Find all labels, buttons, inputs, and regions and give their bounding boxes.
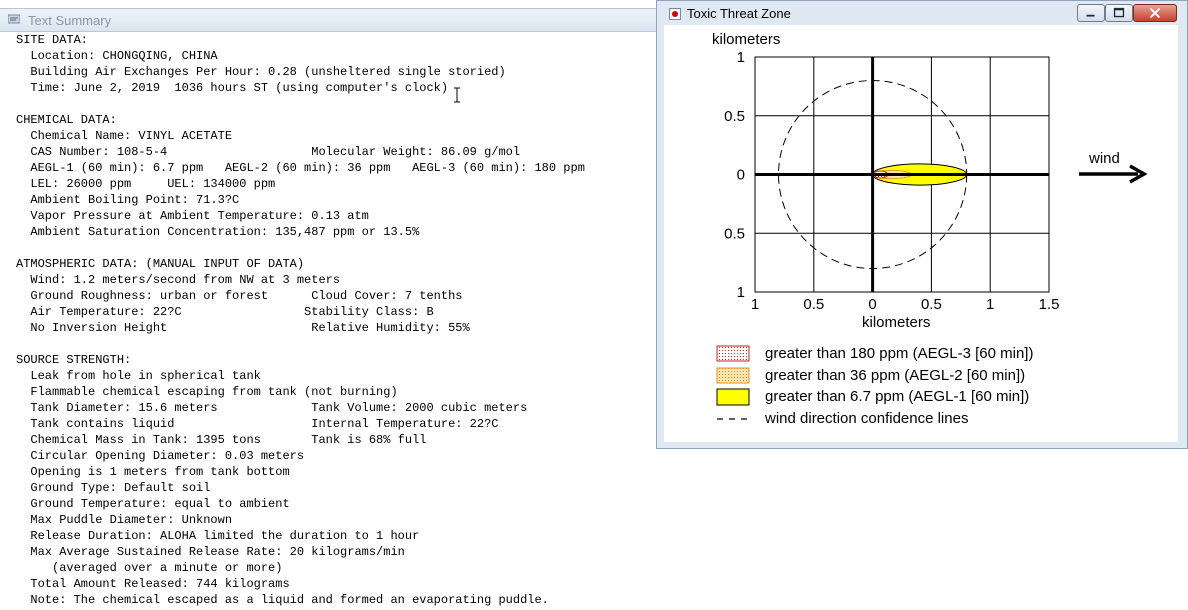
summary-line: Flammable chemical escaping from tank (n… (16, 385, 398, 399)
threat-zone-app-icon (669, 8, 681, 20)
summary-line (16, 336, 660, 352)
legend-label-confidence: wind direction confidence lines (764, 410, 968, 427)
minimize-button[interactable] (1077, 4, 1105, 22)
legend-swatch-aegl2 (716, 367, 750, 384)
summary-line: ATMOSPHERIC DATA: (MANUAL INPUT OF DATA) (16, 257, 305, 271)
summary-line: LEL: 26000 ppm UEL: 134000 ppm (16, 177, 276, 191)
maximize-icon (1113, 7, 1125, 18)
summary-line: Circular Opening Diameter: 0.03 meters (16, 449, 305, 463)
summary-line: Chemical Mass in Tank: 1395 tons Tank is… (16, 433, 427, 447)
legend-label-aegl1: greater than 6.7 ppm (AEGL-1 [60 min]) (765, 388, 1029, 405)
summary-line: CHEMICAL DATA: (16, 113, 117, 127)
summary-line: Total Amount Released: 744 kilograms (16, 577, 290, 591)
x-tick-label: 0 (868, 296, 876, 313)
summary-line: Wind: 1.2 meters/second from NW at 3 met… (16, 273, 341, 287)
wind-label: wind (1088, 150, 1120, 167)
summary-line: Max Average Sustained Release Rate: 20 k… (16, 545, 405, 559)
threat-zone-title: Toxic Threat Zone (687, 6, 791, 21)
x-tick-label: 1 (751, 296, 759, 313)
summary-line: Vapor Pressure at Ambient Temperature: 0… (16, 209, 369, 223)
summary-line: Air Temperature: 22?C Stability Class: B (16, 305, 434, 319)
summary-line: Max Puddle Diameter: Unknown (16, 513, 233, 527)
text-cursor-icon (454, 87, 460, 103)
summary-line (16, 96, 660, 112)
summary-line: Leak from hole in spherical tank (16, 369, 261, 383)
x-axis-label: kilometers (862, 314, 930, 331)
text-summary-app-icon (8, 14, 20, 24)
summary-line: SOURCE STRENGTH: (16, 353, 132, 367)
x-tick-label: 0.5 (921, 296, 942, 313)
summary-line: Location: CHONGQING, CHINA (16, 49, 218, 63)
summary-line: SITE DATA: (16, 33, 89, 47)
summary-line: Building Air Exchanges Per Hour: 0.28 (u… (16, 65, 506, 79)
summary-line: Ground Temperature: equal to ambient (16, 497, 290, 511)
minimize-icon (1086, 14, 1095, 17)
legend-swatch-aegl3 (716, 345, 750, 362)
wind-arrow-icon (1079, 164, 1148, 184)
maximize-button[interactable] (1105, 4, 1133, 22)
legend-swatch-aegl1 (716, 388, 750, 406)
summary-line: No Inversion Height Relative Humidity: 5… (16, 321, 470, 335)
x-tick-label: 1.5 (1039, 296, 1060, 313)
legend: greater than 180 ppm (AEGL-3 [60 min]) g… (716, 345, 1033, 427)
x-tick-label: 0.5 (803, 296, 824, 313)
legend-item-confidence: wind direction confidence lines (717, 410, 968, 427)
threat-zone-titlebar[interactable]: Toxic Threat Zone (657, 1, 1187, 25)
text-summary-window: Text Summary SITE DATA: Location: CHONGQ… (0, 0, 660, 610)
window-controls (1077, 4, 1183, 24)
threat-zone-plot-area: kilometers kilometers 1 0.5 0 0.5 1 1.5 1 0.5 0 0… (664, 25, 1178, 442)
toxic-threat-zone-window: Toxic Threat Zone kilometers kilometers … (656, 0, 1188, 449)
threat-zone-chart: kilometers kilometers 1 0.5 0 0.5 1 1.5 1 0.5 0 0… (712, 31, 1148, 427)
summary-line: Time: June 2, 2019 1036 hours ST (using … (16, 81, 449, 95)
summary-line: Tank Diameter: 15.6 meters Tank Volume: … (16, 401, 528, 415)
text-summary-content[interactable]: SITE DATA: Location: CHONGQING, CHINA Bu… (16, 32, 660, 608)
close-icon (1149, 7, 1161, 19)
summary-line: Ambient Saturation Concentration: 135,48… (16, 225, 420, 239)
legend-item-aegl1: greater than 6.7 ppm (AEGL-1 [60 min]) (716, 388, 1029, 406)
legend-item-aegl2: greater than 36 ppm (AEGL-2 [60 min]) (716, 367, 1025, 384)
summary-line: Tank contains liquid Internal Temperatur… (16, 417, 499, 431)
x-tick-label: 1 (986, 296, 994, 313)
summary-line: Ground Roughness: urban or forest Cloud … (16, 289, 463, 303)
summary-line: (averaged over a minute or more) (16, 561, 283, 575)
summary-line: CAS Number: 108-5-4 Molecular Weight: 86… (16, 145, 521, 159)
y-tick-label: 0.5 (724, 108, 745, 125)
summary-line: Ambient Boiling Point: 71.3?C (16, 193, 240, 207)
text-summary-titlebar[interactable]: Text Summary (0, 8, 660, 32)
y-tick-label: 1 (737, 49, 745, 66)
legend-label-aegl3: greater than 180 ppm (AEGL-3 [60 min]) (765, 345, 1033, 362)
summary-line: Note: The chemical escaped as a liquid a… (16, 593, 549, 607)
summary-line: Opening is 1 meters from tank bottom (16, 465, 290, 479)
legend-item-aegl3: greater than 180 ppm (AEGL-3 [60 min]) (716, 345, 1033, 362)
text-summary-title: Text Summary (28, 13, 112, 28)
summary-line: AEGL-1 (60 min): 6.7 ppm AEGL-2 (60 min)… (16, 161, 585, 175)
y-tick-label: 0 (737, 167, 745, 184)
legend-label-aegl2: greater than 36 ppm (AEGL-2 [60 min]) (765, 367, 1025, 384)
summary-line (16, 240, 660, 256)
close-button[interactable] (1133, 4, 1177, 22)
summary-line: Chemical Name: VINYL ACETATE (16, 129, 233, 143)
y-tick-label: 1 (737, 284, 745, 301)
summary-line: Release Duration: ALOHA limited the dura… (16, 529, 420, 543)
summary-line: Ground Type: Default soil (16, 481, 211, 495)
y-tick-label: 0.5 (724, 225, 745, 242)
y-axis-label: kilometers (712, 31, 780, 48)
